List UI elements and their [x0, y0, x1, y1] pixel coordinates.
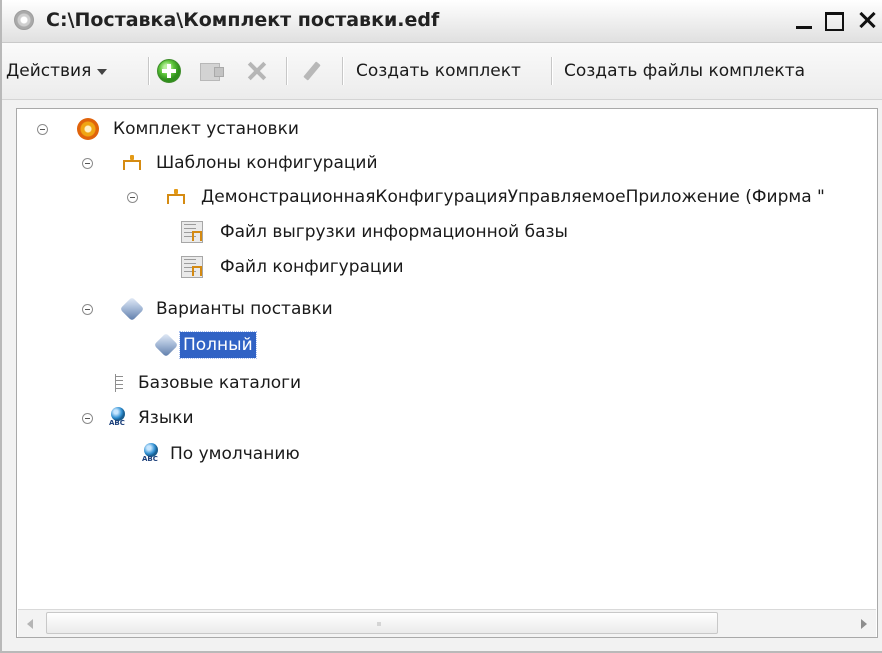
collapse-toggle-icon[interactable]: [82, 304, 93, 315]
actions-menu-button[interactable]: Действия: [6, 43, 108, 99]
tree-item-label: Языки: [138, 408, 194, 428]
toolbar-separator: [148, 57, 149, 85]
catalog-icon: [110, 372, 132, 394]
horizontal-scrollbar[interactable]: [18, 609, 876, 637]
window-title: C:\Поставка\Комплект поставки.edf: [46, 9, 440, 31]
minimize-button[interactable]: [792, 6, 818, 34]
chevron-down-icon: [97, 69, 108, 75]
add-icon[interactable]: [157, 59, 181, 83]
tree-item-label: Шаблоны конфигураций: [156, 153, 378, 173]
scroll-thumb[interactable]: [46, 612, 718, 634]
collapse-toggle-icon[interactable]: [82, 413, 93, 424]
edit-icon[interactable]: [300, 59, 324, 83]
tree-item-label: Файл конфигурации: [220, 257, 404, 277]
title-bar[interactable]: C:\Поставка\Комплект поставки.edf: [2, 0, 882, 43]
language-icon: [142, 443, 164, 465]
main-window: C:\Поставка\Комплект поставки.edf Действ…: [0, 0, 882, 653]
toolbar-separator: [342, 57, 343, 85]
tree-item-label: По умолчанию: [170, 444, 300, 464]
toolbar: Действия Создать комплект Создать файлы …: [2, 43, 882, 100]
language-icon: [109, 407, 131, 429]
tree-panel: Комплект установки Шаблоны конфигураций …: [16, 108, 878, 638]
delete-icon[interactable]: [245, 59, 269, 83]
toolbar-separator: [551, 57, 552, 85]
actions-menu-label: Действия: [6, 61, 92, 81]
app-circle-icon: [14, 10, 34, 30]
tree-item-label: Комплект установки: [113, 119, 299, 139]
collapse-toggle-icon[interactable]: [127, 192, 138, 203]
create-kit-button[interactable]: Создать комплект: [356, 43, 521, 99]
template-icon: [165, 186, 187, 208]
kit-icon: [77, 118, 99, 140]
scroll-left-button[interactable]: [18, 610, 44, 637]
scroll-right-button[interactable]: [850, 610, 876, 637]
tree-item-label: Базовые каталоги: [138, 373, 302, 393]
template-icon: [121, 152, 143, 174]
maximize-button[interactable]: [822, 6, 848, 34]
tree-item-label: ДемонстрационнаяКонфигурацияУправляемоеП…: [201, 187, 825, 207]
variant-icon: [119, 296, 145, 322]
file-icon: [181, 221, 203, 243]
copy-icon[interactable]: [200, 59, 224, 83]
toolbar-separator: [286, 57, 287, 85]
tree-view[interactable]: Комплект установки Шаблоны конфигураций …: [17, 109, 877, 609]
tree-item-label: Варианты поставки: [156, 299, 333, 319]
file-icon: [181, 256, 203, 278]
tree-item-label-selected: Полный: [179, 331, 257, 359]
close-button[interactable]: [856, 6, 882, 34]
create-kit-files-button[interactable]: Создать файлы комплекта: [564, 43, 805, 99]
tree-item-label: Файл выгрузки информационной базы: [220, 222, 568, 242]
collapse-toggle-icon[interactable]: [82, 158, 93, 169]
variant-icon: [153, 332, 179, 358]
collapse-toggle-icon[interactable]: [37, 124, 48, 135]
